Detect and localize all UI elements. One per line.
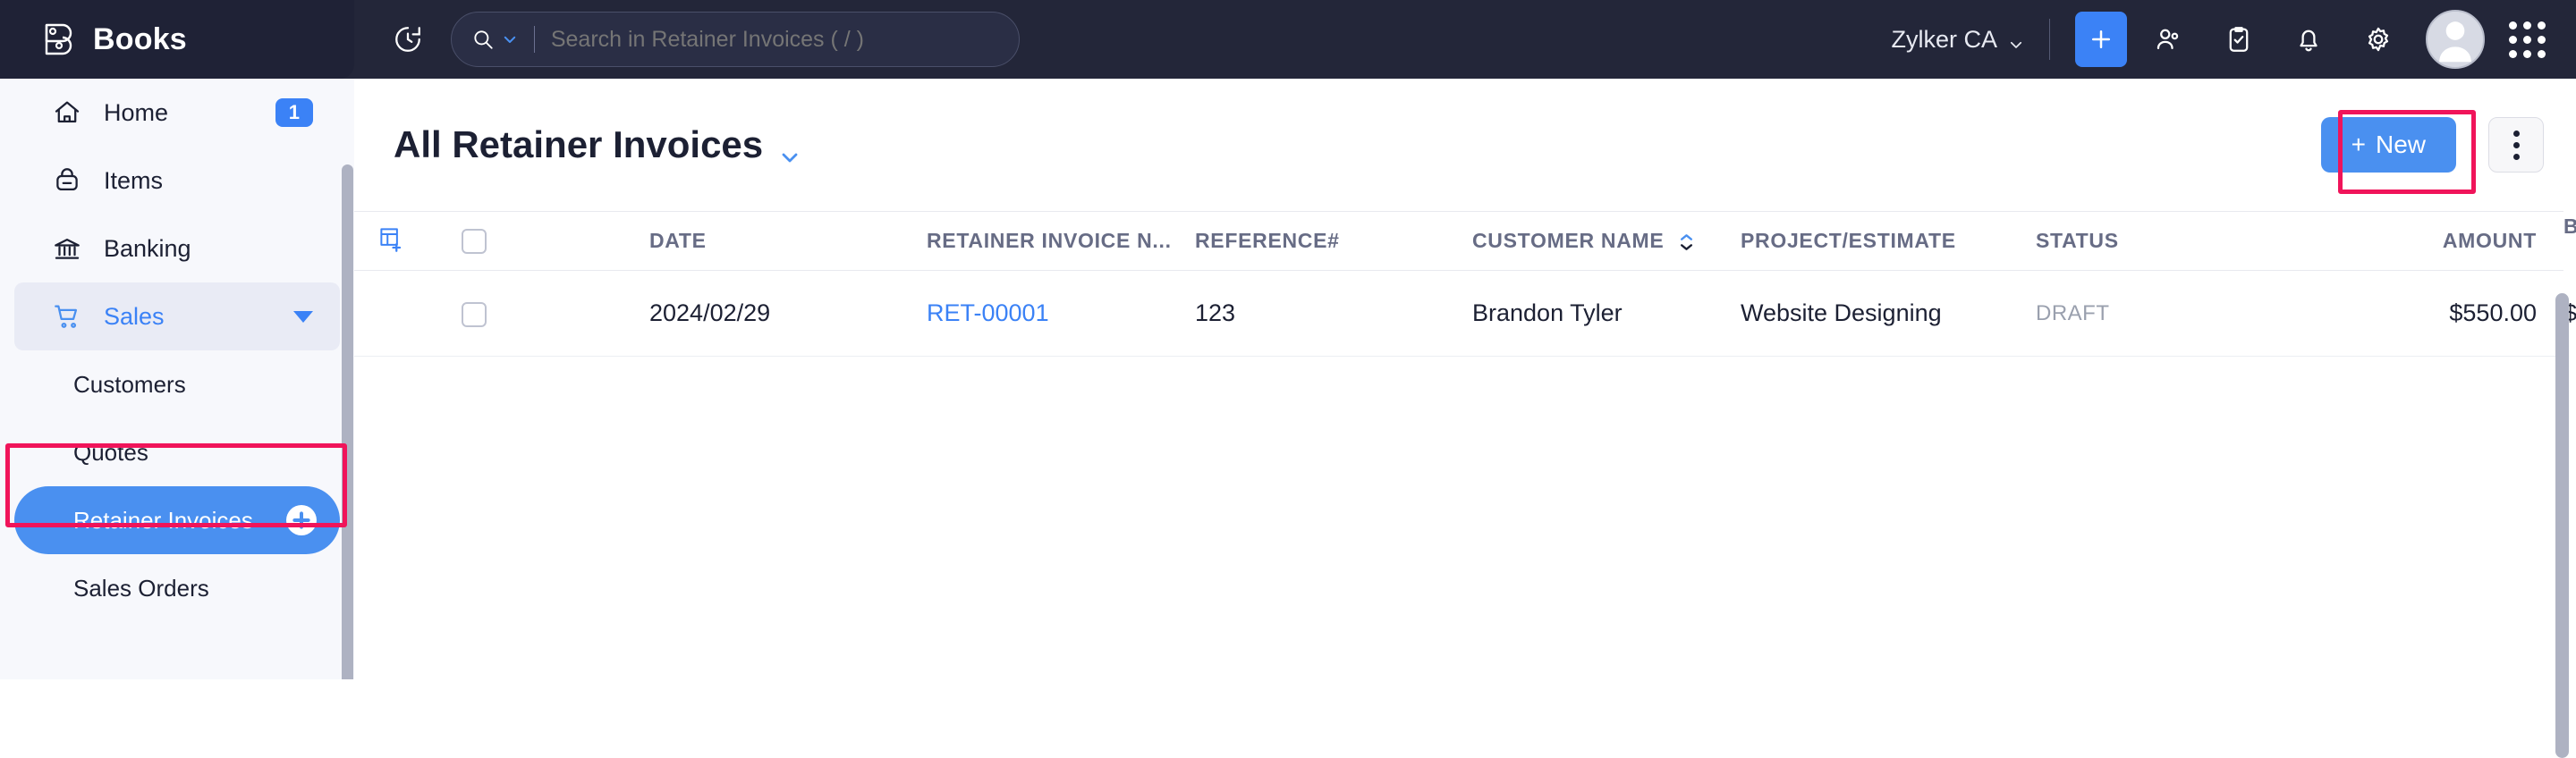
org-name-label: Zylker CA: [1891, 25, 1997, 53]
cell-date: 2024/02/29: [649, 270, 927, 357]
cell-customer-name: Brandon Tyler: [1472, 270, 1741, 357]
cell-project-estimate: Website Designing: [1741, 270, 2036, 357]
column-header-date[interactable]: DATE: [649, 211, 927, 271]
search-input[interactable]: [550, 26, 999, 53]
cell-reference: 123: [1195, 270, 1472, 357]
plus-icon: +: [2351, 131, 2366, 158]
new-button[interactable]: + New: [2320, 117, 2456, 173]
topbar-left-tools: [388, 12, 1020, 67]
app-name-label: Books: [93, 21, 187, 56]
page-title: All Retainer Invoices: [394, 123, 764, 165]
chevron-down-icon[interactable]: [502, 31, 518, 47]
retainer-invoices-table: DATE RETAINER INVOICE N... REFERENCE# CU…: [354, 211, 2576, 357]
cell-retainer-invoice-no[interactable]: RET-00001: [927, 270, 1195, 357]
bell-notifications-icon[interactable]: [2281, 12, 2336, 67]
select-all-cell: [462, 211, 649, 271]
org-switcher[interactable]: Zylker CA: [1891, 26, 2024, 54]
caret-down-icon: [293, 310, 313, 323]
select-all-checkbox[interactable]: [462, 228, 487, 254]
sidebar-subitem-label: Retainer Invoices: [73, 506, 253, 534]
home-badge: 1: [275, 98, 313, 127]
sidebar-item-label: Banking: [104, 234, 191, 262]
column-customize-icon[interactable]: [377, 225, 404, 257]
main-content: All Retainer Invoices + New DATE RETAINE…: [354, 79, 2576, 758]
sidebar-item-sales-orders[interactable]: Sales Orders: [14, 554, 340, 622]
sidebar-item-retainer-invoices[interactable]: Retainer Invoices: [14, 486, 340, 554]
table-row[interactable]: 2024/02/29 RET-00001 123 Brandon Tyler W…: [354, 270, 2576, 357]
chevron-down-icon: [2008, 31, 2024, 48]
home-icon: [52, 97, 82, 128]
quick-create-button[interactable]: [2075, 12, 2127, 67]
column-header-project-estimate[interactable]: PROJECT/ESTIMATE: [1741, 211, 2036, 271]
sidebar-item-label: Sales: [104, 302, 165, 330]
column-header-amount[interactable]: AMOUNT: [2304, 211, 2563, 271]
chevron-down-icon: [779, 134, 801, 163]
shopping-cart-icon: [52, 301, 82, 332]
topbar-right-tools: Zylker CA: [1891, 0, 2555, 79]
column-header-retainer-invoice-no[interactable]: RETAINER INVOICE N...: [927, 211, 1195, 271]
sort-updown-icon[interactable]: [1680, 233, 1693, 251]
sidebar-item-label: Home: [104, 98, 169, 126]
gear-settings-icon[interactable]: [2351, 12, 2406, 67]
plus-circle-icon[interactable]: [286, 505, 317, 535]
sidebar-subitem-label: Quotes: [73, 438, 148, 466]
column-header-status[interactable]: STATUS: [2036, 211, 2304, 271]
sidebar-item-quotes[interactable]: Quotes: [14, 418, 340, 486]
user-avatar[interactable]: [2426, 10, 2485, 69]
table-header-row: DATE RETAINER INVOICE N... REFERENCE# CU…: [354, 211, 2576, 271]
new-button-label: New: [2375, 131, 2426, 158]
contacts-icon[interactable]: [2141, 12, 2197, 67]
sidebar: Home 1 Items Banking Sales Customers Quo…: [0, 79, 354, 679]
cell-amount: $550.00: [2304, 270, 2563, 357]
top-bar: Books Zylker: [0, 0, 2576, 79]
sidebar-subitem-label: Customers: [73, 370, 186, 398]
search-divider: [534, 26, 535, 53]
clock-history-icon[interactable]: [388, 20, 428, 59]
sidebar-item-home[interactable]: Home 1: [14, 79, 340, 147]
sidebar-item-customers[interactable]: Customers: [14, 350, 340, 418]
row-checkbox[interactable]: [462, 301, 487, 327]
column-header-customer-name[interactable]: CUSTOMER NAME: [1472, 211, 1741, 271]
view-selector[interactable]: All Retainer Invoices: [394, 123, 801, 166]
sidebar-item-banking[interactable]: Banking: [14, 215, 340, 282]
row-select-cell: [462, 270, 649, 357]
page-header: All Retainer Invoices + New: [354, 79, 2576, 211]
more-vertical-icon[interactable]: [2488, 117, 2544, 173]
column-header-balance-label: BALANCE: [2563, 215, 2576, 238]
tasks-clipboard-icon[interactable]: [2211, 12, 2267, 67]
column-header-reference[interactable]: REFERENCE#: [1195, 211, 1472, 271]
topbar-divider: [2049, 19, 2050, 60]
sidebar-item-items[interactable]: Items: [14, 147, 340, 215]
global-search-box[interactable]: [451, 12, 1020, 67]
apps-grid-icon[interactable]: [2499, 12, 2555, 67]
search-icon: [471, 28, 495, 51]
zoho-books-logo-icon: [39, 21, 77, 58]
sidebar-item-sales[interactable]: Sales: [14, 282, 340, 350]
row-spacer-cell: [354, 270, 462, 357]
basket-items-icon: [52, 165, 82, 196]
sidebar-scrollbar[interactable]: [342, 164, 353, 679]
status-badge: DRAFT: [2036, 270, 2304, 357]
content-scrollbar[interactable]: [2555, 293, 2569, 758]
bank-icon: [52, 233, 82, 264]
app-logo-panel[interactable]: Books: [0, 0, 354, 79]
column-header-customer-name-label: CUSTOMER NAME: [1472, 229, 1665, 252]
page-header-actions: + New: [2320, 117, 2544, 173]
column-settings-cell: [354, 211, 462, 271]
sidebar-item-label: Items: [104, 166, 164, 194]
sidebar-subitem-label: Sales Orders: [73, 574, 209, 602]
